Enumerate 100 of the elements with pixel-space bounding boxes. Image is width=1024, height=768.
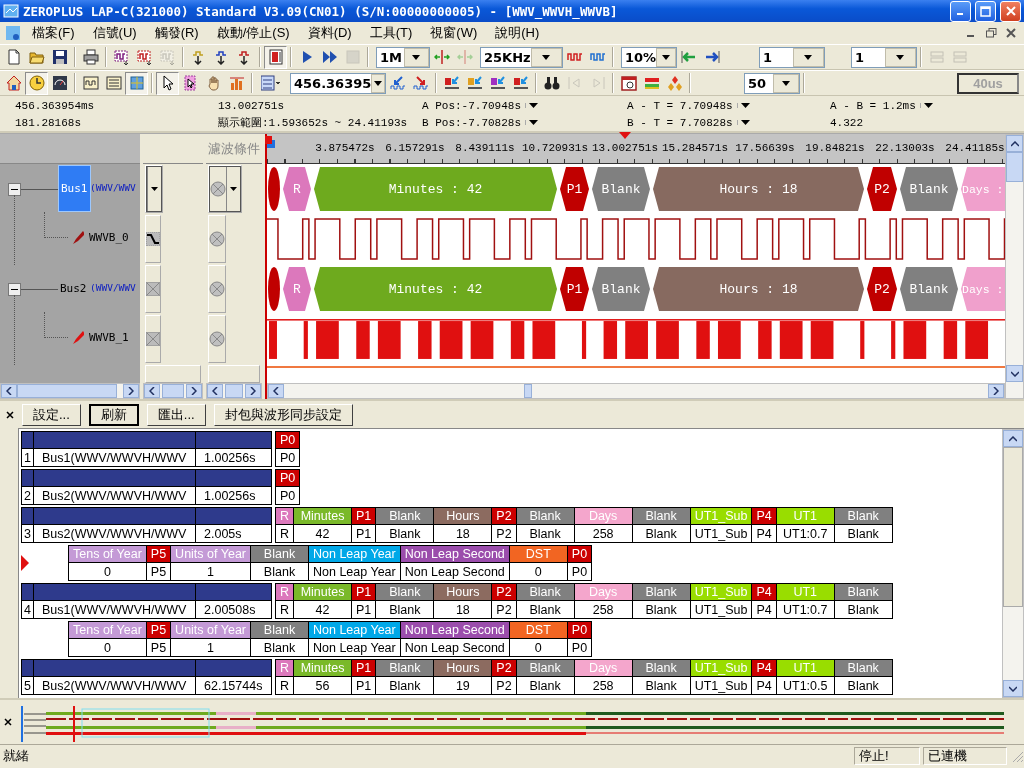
scrollbar-thumb[interactable] [162, 384, 184, 398]
menu-item[interactable]: 視窗(W) [422, 24, 486, 42]
filter-off-icon[interactable] [209, 331, 225, 347]
field-label: P5 [146, 622, 171, 638]
decoded-segment: Hours : 18 [653, 267, 864, 311]
field-label: P5 [146, 546, 171, 562]
caret-icon[interactable] [896, 54, 905, 60]
caret-icon[interactable] [736, 120, 750, 125]
scrollbar-thumb[interactable] [1003, 447, 1023, 607]
caret-icon[interactable] [919, 103, 933, 108]
filter-dropdown[interactable] [209, 166, 241, 212]
caret-icon[interactable] [374, 80, 383, 86]
scroll-left-icon[interactable] [6, 387, 12, 395]
dropdown[interactable]: 10% [621, 46, 677, 68]
caret-icon[interactable] [151, 187, 158, 191]
filter-off-icon[interactable] [209, 281, 225, 297]
scrollbar-thumb[interactable] [1006, 152, 1023, 182]
maximize-button[interactable] [975, 0, 996, 22]
scrollbar-thumb[interactable] [524, 384, 532, 398]
toolbar-button[interactable]: 設定... [22, 403, 81, 426]
field-label: UT1 [776, 660, 834, 676]
close-icon[interactable] [1006, 28, 1016, 38]
header-cell [22, 584, 33, 600]
collapse-icon[interactable] [8, 183, 21, 196]
field-label: Blank [834, 508, 892, 524]
scroll-left-icon[interactable] [149, 387, 155, 395]
dropdown[interactable]: 25KHz [480, 46, 563, 68]
caret-icon[interactable] [525, 120, 539, 125]
bus-name-cell: Bus2(WWV/WWVH/WWV [34, 486, 195, 504]
waveform-icon[interactable] [261, 75, 281, 91]
empty-cell [145, 365, 201, 383]
falling-edge-icon[interactable] [146, 232, 160, 246]
horizontal-scrollbar[interactable] [143, 383, 203, 399]
menu-item[interactable]: 觸發(R) [146, 24, 207, 42]
measurement: 456.363954ms [15, 99, 95, 112]
horizontal-scrollbar[interactable] [0, 383, 140, 399]
scroll-up-icon[interactable] [1010, 140, 1019, 147]
field-label: Blank [834, 584, 892, 600]
collapse-icon[interactable] [8, 283, 21, 296]
vertical-scrollbar[interactable] [1005, 134, 1024, 399]
close-icon[interactable] [6, 410, 14, 419]
time-tick-label: 24.41185s [945, 142, 1005, 154]
field-label: UT1 [776, 508, 834, 524]
field-label: P0 [567, 546, 592, 562]
caret-icon[interactable] [412, 54, 421, 60]
field-label: R [276, 660, 294, 676]
dropdown[interactable]: 1 [851, 46, 917, 68]
scroll-left-icon[interactable] [273, 387, 279, 395]
dropdown[interactable]: 456.36395 [290, 72, 386, 94]
close-button[interactable] [1000, 0, 1021, 22]
menu-item[interactable]: 信號(U) [84, 24, 145, 42]
scrollbar-thumb[interactable] [225, 384, 243, 398]
document-icon[interactable] [4, 24, 22, 42]
toolbar-button[interactable]: 匯出... [146, 403, 206, 426]
dropdown[interactable]: 1M [376, 46, 430, 68]
trigger-dropdown[interactable] [146, 166, 162, 212]
horizontal-scrollbar[interactable] [206, 383, 262, 399]
menu-item[interactable]: 檔案(F) [24, 24, 83, 42]
scrollbar-thumb[interactable] [17, 384, 117, 398]
field-label: P4 [752, 508, 776, 524]
maximize-icon[interactable] [980, 5, 991, 17]
scroll-right-icon[interactable] [250, 387, 256, 395]
menu-item[interactable]: 啟動/停止(S) [208, 24, 298, 42]
bus-label[interactable]: Bus2 [58, 265, 89, 312]
bus-label[interactable]: Bus1 [58, 165, 91, 212]
caret-icon[interactable] [662, 54, 671, 60]
scroll-down-icon[interactable] [1010, 370, 1019, 377]
caret-icon[interactable] [525, 103, 539, 108]
header-cell [22, 508, 33, 524]
field-label: Blank [516, 660, 574, 676]
menu-item[interactable]: 說明(H) [487, 24, 548, 42]
menu-item[interactable]: 工具(T) [361, 24, 421, 42]
decoded-segment: Hours : 18 [653, 167, 864, 211]
filter-off-icon[interactable] [209, 231, 225, 247]
caret-icon[interactable] [230, 187, 237, 191]
field-label: Days [574, 584, 632, 600]
scroll-right-icon[interactable] [128, 387, 134, 395]
scroll-left-icon[interactable] [212, 387, 218, 395]
channel-label[interactable]: WWVB_0 [89, 231, 129, 244]
scroll-up-icon[interactable] [1009, 435, 1017, 442]
minimize-button[interactable] [950, 0, 971, 22]
close-icon[interactable] [4, 718, 12, 726]
toolbar-button[interactable]: 刷新 [88, 403, 139, 426]
scroll-down-icon[interactable] [1009, 685, 1017, 692]
cursor-marker-icon[interactable] [265, 136, 275, 150]
header-cell [22, 470, 33, 486]
dropdown[interactable]: 1 [759, 46, 825, 68]
caret-icon[interactable] [781, 80, 790, 86]
vertical-scrollbar[interactable] [1002, 429, 1024, 698]
horizontal-scrollbar[interactable] [267, 383, 1005, 399]
scroll-right-icon[interactable] [191, 387, 197, 395]
caret-icon[interactable] [542, 54, 551, 60]
caret-icon[interactable] [736, 103, 750, 108]
toolbar-button[interactable]: 封包與波形同步設定 [213, 403, 353, 426]
menu-item[interactable]: 資料(D) [299, 24, 360, 42]
channel-label[interactable]: WWVB_1 [89, 331, 129, 344]
dropdown[interactable]: 50 [744, 72, 800, 94]
scroll-right-icon[interactable] [993, 387, 999, 395]
field-label: UT1_Sub [690, 660, 752, 676]
caret-icon[interactable] [804, 54, 813, 60]
